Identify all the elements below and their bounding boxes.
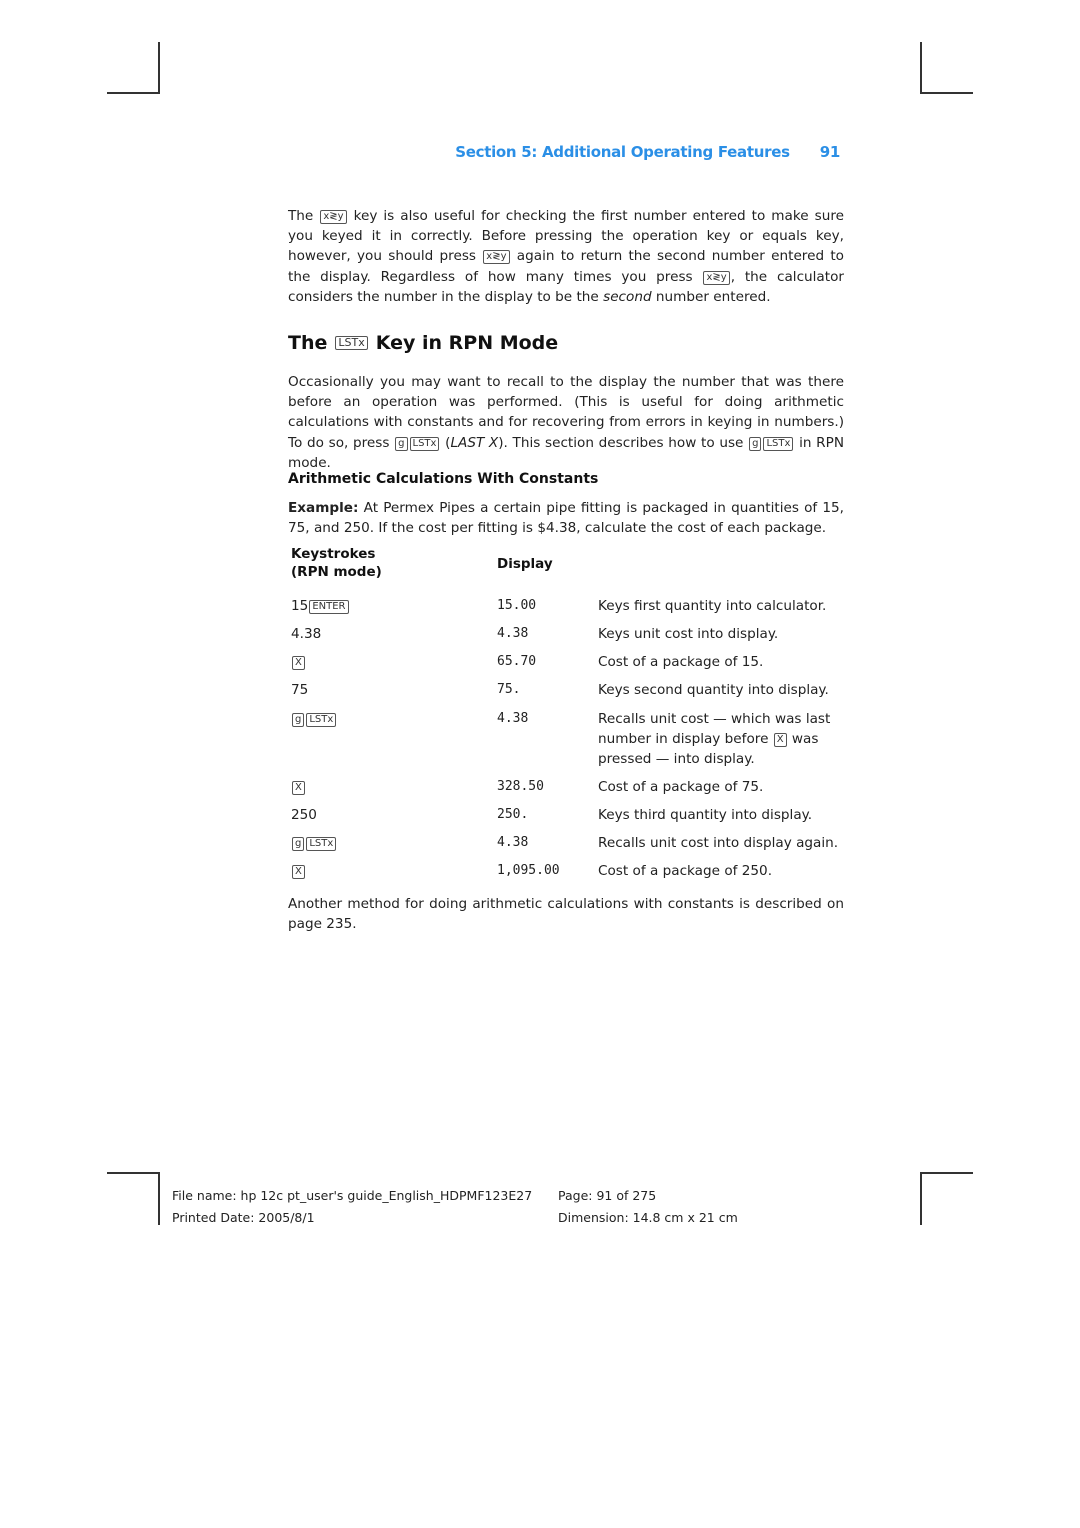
keystrokes-cell: 15 ENTER xyxy=(291,596,350,616)
section-title: Section 5: Additional Operating Features xyxy=(455,143,790,161)
col-header-keystrokes-line1: Keystrokes xyxy=(291,546,376,562)
keystroke-number: 75 xyxy=(291,682,309,698)
comment-cell: Recalls unit cost — which was last numbe… xyxy=(598,709,843,770)
x-key-icon: X xyxy=(773,733,787,748)
g-key-icon: g xyxy=(395,436,408,451)
enter-key-icon: ENTER xyxy=(309,600,349,614)
comment-cell: Recalls unit cost into display again. xyxy=(598,835,839,851)
section-heading: The LSTx Key in RPN Mode xyxy=(288,332,558,354)
g-key-icon: g xyxy=(292,713,305,727)
emphasis: second xyxy=(603,288,652,305)
display-value: 250. xyxy=(497,807,529,822)
closing-paragraph: Another method for doing arithmetic calc… xyxy=(288,896,844,933)
keystrokes-cell: g LSTx xyxy=(291,833,337,853)
crop-mark-top-left-h xyxy=(107,92,160,94)
display-value: 75. xyxy=(497,682,521,697)
comment-cell: Keys unit cost into display. xyxy=(598,626,779,642)
footer-dimension: Dimension: 14.8 cm x 21 cm xyxy=(558,1210,738,1225)
x-swap-y-key-icon: x≷y xyxy=(320,210,347,224)
keystrokes-cell: g LSTx xyxy=(291,709,337,729)
example-text: At Permex Pipes a certain pipe fitting i… xyxy=(288,500,844,537)
keystroke-number: 4.38 xyxy=(291,626,322,642)
crop-mark-top-right-h xyxy=(920,92,973,94)
comment-cell: Keys third quantity into display. xyxy=(598,807,813,823)
keystrokes-cell: X xyxy=(291,652,306,672)
crop-mark-bottom-left-v xyxy=(158,1172,160,1225)
lstx-key-icon: LSTx xyxy=(306,837,337,851)
page-number: 91 xyxy=(819,143,841,161)
text: ). This section describes how to use xyxy=(498,434,744,451)
display-value: 1,095.00 xyxy=(497,863,560,878)
keystroke-number: 15 xyxy=(291,598,309,614)
lastx-paragraph: Occasionally you may want to recall to t… xyxy=(288,372,844,473)
col-header-keystrokes: Keystrokes (RPN mode) xyxy=(291,545,382,581)
keystrokes-cell: X xyxy=(291,861,306,881)
crop-mark-bottom-left-h xyxy=(107,1172,160,1174)
emphasis: LAST X xyxy=(450,434,499,451)
keystrokes-cell: 75 xyxy=(291,680,308,700)
keystrokes-cell: X xyxy=(291,777,306,797)
g-key-icon: g xyxy=(292,837,305,851)
x-swap-y-key-icon: x≷y xyxy=(703,270,730,285)
crop-mark-bottom-right-h xyxy=(920,1172,973,1174)
display-value: 328.50 xyxy=(497,779,544,794)
lstx-key-icon: LSTx xyxy=(763,436,794,451)
heading-text: The xyxy=(288,332,328,354)
keystroke-number: 250 xyxy=(291,807,317,823)
x-key-icon: X xyxy=(292,865,305,879)
text: number entered. xyxy=(655,288,771,305)
lstx-key-icon: LSTx xyxy=(409,436,440,451)
text: The xyxy=(288,208,314,224)
comment-cell: Keys first quantity into calculator. xyxy=(598,598,827,614)
keystrokes-cell: 250 xyxy=(291,805,317,825)
comment-cell: Cost of a package of 15. xyxy=(598,654,764,670)
lstx-key-icon: LSTx xyxy=(335,336,368,350)
comment-cell: Keys second quantity into display. xyxy=(598,682,829,698)
crop-mark-top-right-v xyxy=(920,42,922,94)
display-value: 4.38 xyxy=(497,711,529,726)
col-header-display: Display xyxy=(497,556,553,572)
x-swap-y-key-icon: x≷y xyxy=(483,250,510,265)
x-key-icon: X xyxy=(292,656,305,670)
running-header: Section 5: Additional Operating Features… xyxy=(288,143,840,161)
comment-cell: Cost of a package of 75. xyxy=(598,779,764,795)
footer-page: Page: 91 of 275 xyxy=(558,1188,657,1203)
subheading: Arithmetic Calculations With Constants xyxy=(288,471,599,487)
display-value: 4.38 xyxy=(497,626,529,641)
display-value: 65.70 xyxy=(497,654,537,669)
keystrokes-cell: 4.38 xyxy=(291,624,321,644)
x-key-icon: X xyxy=(292,781,305,795)
example-label: Example: xyxy=(288,500,359,516)
heading-text: Key in RPN Mode xyxy=(375,332,559,354)
col-header-keystrokes-line2: (RPN mode) xyxy=(291,564,382,580)
lstx-key-icon: LSTx xyxy=(306,713,337,727)
comment-cell: Cost of a package of 250. xyxy=(598,863,773,879)
display-value: 4.38 xyxy=(497,835,529,850)
display-value: 15.00 xyxy=(497,598,537,613)
footer-file-name: File name: hp 12c pt_user's guide_Englis… xyxy=(172,1188,533,1203)
g-key-icon: g xyxy=(749,436,762,451)
crop-mark-top-left-v xyxy=(158,42,160,94)
crop-mark-bottom-right-v xyxy=(920,1172,922,1225)
intro-paragraph: The x≷y key is also useful for checking … xyxy=(288,206,844,307)
footer-printed-date: Printed Date: 2005/8/1 xyxy=(172,1210,315,1225)
example-paragraph: Example: At Permex Pipes a certain pipe … xyxy=(288,498,844,538)
